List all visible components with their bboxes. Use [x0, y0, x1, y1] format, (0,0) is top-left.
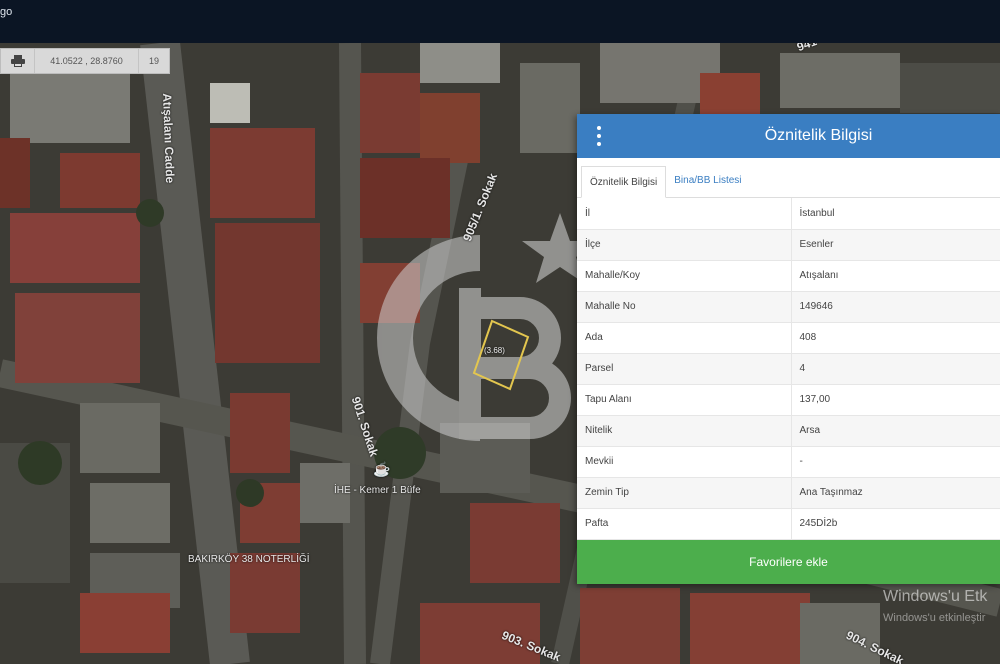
- table-row: Mahalle/Koy Atışalanı: [577, 260, 1000, 292]
- panel-title: Öznitelik Bilgisi: [764, 127, 873, 144]
- zoom-level: 19: [148, 56, 159, 66]
- panel-tabs: Öznitelik Bilgisi Bina/BB Listesi: [577, 158, 1000, 198]
- top-bar: go: [0, 0, 1000, 43]
- table-row: Tapu Alanı 137,00: [577, 384, 1000, 416]
- attribute-key: Nitelik: [577, 415, 792, 447]
- parcel-label: (3.68): [484, 346, 505, 355]
- attribute-key: İl: [577, 198, 792, 230]
- table-row: Pafta 245Dİ2b: [577, 508, 1000, 540]
- table-row: Parsel 4: [577, 353, 1000, 385]
- windows-activation-title: Windows'u Etk: [883, 588, 988, 605]
- table-row: Nitelik Arsa: [577, 415, 1000, 447]
- attribute-value: 149646: [791, 291, 1000, 323]
- attribute-key: Tapu Alanı: [577, 384, 792, 416]
- cafe-icon[interactable]: ☕: [373, 461, 390, 478]
- table-row: Ada 408: [577, 322, 1000, 354]
- table-row: Zemin Tip Ana Taşınmaz: [577, 477, 1000, 509]
- attribute-panel: Öznitelik Bilgisi Öznitelik Bilgisi Bina…: [577, 114, 1000, 584]
- attribute-value: Arsa: [791, 415, 1000, 447]
- attribute-value: 137,00: [791, 384, 1000, 416]
- app-title: go: [0, 6, 13, 18]
- attribute-value: Ana Taşınmaz: [791, 477, 1000, 509]
- coordinate-bar: 41.0522 , 28.8760 19: [0, 48, 170, 74]
- poi-label: BAKIRKÖY 38 NOTERLİĞİ: [188, 554, 310, 565]
- attribute-key: Parsel: [577, 353, 792, 385]
- attribute-key: İlçe: [577, 229, 792, 261]
- attribute-key: Pafta: [577, 508, 792, 540]
- coordinate-readout: 41.0522 , 28.8760: [35, 49, 139, 73]
- table-row: İlçe Esenler: [577, 229, 1000, 261]
- tab-attributes[interactable]: Öznitelik Bilgisi: [581, 166, 667, 198]
- attribute-value: 245Dİ2b: [791, 508, 1000, 540]
- attribute-value: İstanbul: [791, 198, 1000, 230]
- attribute-value: 4: [791, 353, 1000, 385]
- add-to-favorites-button[interactable]: Favorilere ekle: [577, 540, 1000, 584]
- attribute-key: Zemin Tip: [577, 477, 792, 509]
- printer-icon[interactable]: [1, 49, 35, 73]
- attribute-table: İl İstanbul İlçe Esenler Mahalle/Koy Atışalan…: [577, 198, 1000, 540]
- panel-header: Öznitelik Bilgisi: [577, 114, 1000, 158]
- table-row: Mahalle No 149646: [577, 291, 1000, 323]
- attribute-value: Esenler: [791, 229, 1000, 261]
- attribute-key: Ada: [577, 322, 792, 354]
- windows-activation-subtitle: Windows'u etkinleştir: [883, 612, 986, 624]
- poi-label: İHE - Kemer 1 Büfe: [334, 485, 421, 496]
- attribute-key: Mahalle/Koy: [577, 260, 792, 292]
- table-row: Mevkii -: [577, 446, 1000, 478]
- tab-building-list[interactable]: Bina/BB Listesi: [666, 165, 749, 197]
- attribute-value: -: [791, 446, 1000, 478]
- attribute-value: 408: [791, 322, 1000, 354]
- table-row: İl İstanbul: [577, 198, 1000, 230]
- attribute-key: Mevkii: [577, 446, 792, 478]
- attribute-key: Mahalle No: [577, 291, 792, 323]
- attribute-value: Atışalanı: [791, 260, 1000, 292]
